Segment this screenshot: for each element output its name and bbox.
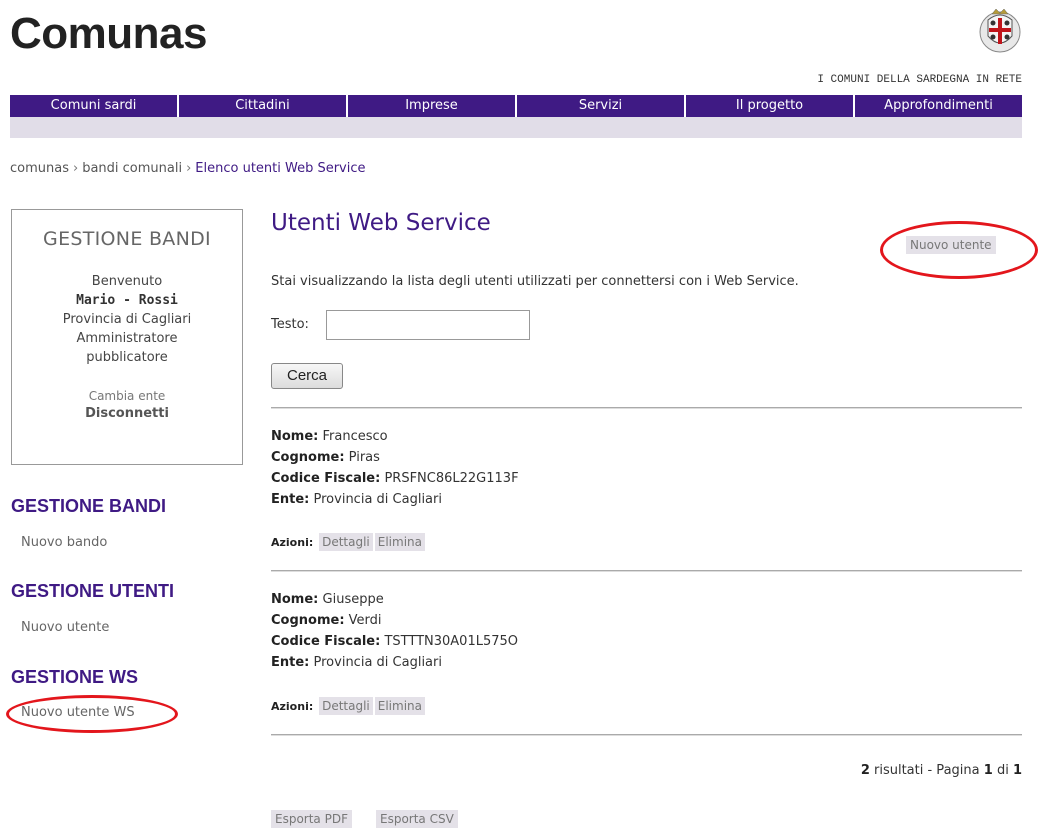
list-item: Nome: Francesco Cognome: Piras Codice Fi… <box>271 426 519 510</box>
record-actions: Azioni: Dettagli Elimina <box>271 697 425 715</box>
nuovo-bando-link[interactable]: Nuovo bando <box>21 535 107 550</box>
section-heading-gestione-utenti: GESTIONE UTENTI <box>11 581 175 601</box>
divider <box>271 407 1022 409</box>
export-csv-button[interactable]: Esporta CSV <box>376 810 458 828</box>
record-ente: Provincia di Cagliari <box>313 492 442 507</box>
intro-text: Stai visualizzando la lista degli utenti… <box>271 274 799 289</box>
user-role-line2: pubblicatore <box>86 350 168 365</box>
breadcrumb-separator: › <box>186 161 192 176</box>
ente-label: Ente: <box>271 655 310 670</box>
nav-item-imprese[interactable]: Imprese <box>348 95 517 117</box>
cognome-label: Cognome: <box>271 613 345 628</box>
main-navigation: Comuni sardi Cittadini Imprese Servizi I… <box>10 95 1022 117</box>
azioni-label: Azioni: <box>271 536 314 549</box>
coat-of-arms-icon <box>979 8 1021 53</box>
record-codice-fiscale: PRSFNC86L22G113F <box>384 471 519 486</box>
azioni-label: Azioni: <box>271 700 314 713</box>
section-heading-gestione-bandi: GESTIONE BANDI <box>11 496 167 516</box>
breadcrumb: comunas › bandi comunali › Elenco utenti Web… <box>10 161 366 176</box>
breadcrumb-comunas[interactable]: comunas <box>10 161 69 176</box>
site-logo[interactable]: Comunas <box>10 6 207 62</box>
nuovo-utente-ws-link[interactable]: Nuovo utente WS <box>21 705 135 720</box>
dettagli-button[interactable]: Dettagli <box>319 697 373 715</box>
cambia-ente-link[interactable]: Cambia ente <box>12 387 242 406</box>
search-input[interactable] <box>326 310 530 340</box>
user-role-line1: Amministratore <box>76 331 178 346</box>
section-heading-gestione-ws: GESTIONE WS <box>11 667 139 687</box>
record-nome: Francesco <box>322 429 388 444</box>
results-count: 2 <box>860 763 870 778</box>
export-pdf-button[interactable]: Esporta PDF <box>271 810 352 828</box>
disconnetti-link[interactable]: Disconnetti <box>12 406 242 421</box>
list-item: Nome: Giuseppe Cognome: Verdi Codice Fis… <box>271 589 518 673</box>
nav-item-comuni-sardi[interactable]: Comuni sardi <box>10 95 179 117</box>
nav-item-servizi[interactable]: Servizi <box>517 95 686 117</box>
divider <box>271 570 1022 572</box>
current-page: 1 <box>983 763 993 778</box>
nome-label: Nome: <box>271 592 319 607</box>
nav-item-il-progetto[interactable]: Il progetto <box>686 95 855 117</box>
total-pages: 1 <box>1012 763 1022 778</box>
nome-label: Nome: <box>271 429 319 444</box>
record-cognome: Piras <box>348 450 380 465</box>
pagination-info: 2 risultati - Pagina 1 di 1 <box>861 763 1022 778</box>
elimina-button[interactable]: Elimina <box>374 533 425 551</box>
site-tagline: I COMUNI DELLA SARDEGNA IN RETE <box>817 74 1022 86</box>
new-user-button[interactable]: Nuovo utente <box>906 236 996 254</box>
record-cognome: Verdi <box>348 613 382 628</box>
breadcrumb-current: Elenco utenti Web Service <box>195 161 366 176</box>
nav-item-cittadini[interactable]: Cittadini <box>179 95 348 117</box>
user-box-title: GESTIONE BANDI <box>43 228 211 250</box>
results-text: risultati - Pagina <box>874 763 980 778</box>
nuovo-utente-sidebar-link[interactable]: Nuovo utente <box>21 620 109 635</box>
page-of-text: di <box>996 763 1009 778</box>
cognome-label: Cognome: <box>271 450 345 465</box>
search-button[interactable]: Cerca <box>271 363 343 389</box>
welcome-text: Benvenuto <box>91 274 163 289</box>
record-ente: Provincia di Cagliari <box>313 655 442 670</box>
nav-item-approfondimenti[interactable]: Approfondimenti <box>855 95 1022 117</box>
breadcrumb-bandi-comunali[interactable]: bandi comunali <box>82 161 182 176</box>
divider <box>271 734 1022 736</box>
record-codice-fiscale: TSTTTN30A01L575O <box>384 634 519 649</box>
codice-fiscale-label: Codice Fiscale: <box>271 471 381 486</box>
dettagli-button[interactable]: Dettagli <box>319 533 373 551</box>
user-ente: Provincia di Cagliari <box>62 312 192 327</box>
user-info-box: GESTIONE BANDI Benvenuto Mario - Rossi P… <box>11 209 243 465</box>
user-name: Mario - Rossi <box>76 293 178 308</box>
elimina-button[interactable]: Elimina <box>374 697 425 715</box>
ente-label: Ente: <box>271 492 310 507</box>
breadcrumb-separator: › <box>72 161 79 176</box>
record-actions: Azioni: Dettagli Elimina <box>271 533 425 551</box>
search-label: Testo: <box>271 317 309 332</box>
record-nome: Giuseppe <box>322 592 384 607</box>
page-title: Utenti Web Service <box>271 210 491 236</box>
sub-navigation-bar <box>10 117 1022 138</box>
codice-fiscale-label: Codice Fiscale: <box>271 634 381 649</box>
